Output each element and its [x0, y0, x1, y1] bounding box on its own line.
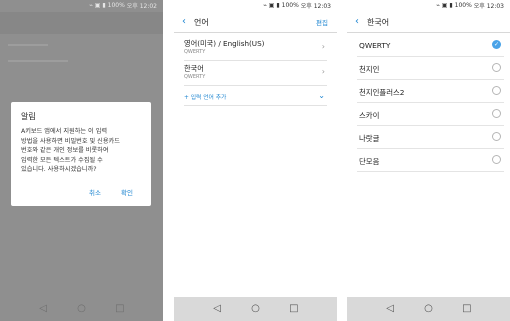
language-label: 영어(미국) / English(US): [184, 39, 265, 48]
layout-option-cheonjiin-plus2[interactable]: 천지인플러스2: [357, 80, 504, 103]
chevron-right-icon: ›: [321, 42, 325, 51]
radio-unchecked-icon[interactable]: [492, 63, 501, 72]
status-icons: ⌁ ▣ ▮: [436, 2, 453, 9]
edit-button[interactable]: 편집: [316, 17, 328, 27]
page-title: 언어: [194, 17, 209, 27]
layout-option-sky[interactable]: 스카이: [357, 103, 504, 126]
header-divider: [347, 32, 510, 33]
app-header: ‹ 언어 편집: [174, 12, 337, 32]
radio-unchecked-icon[interactable]: [492, 86, 501, 95]
cancel-button[interactable]: 취소: [89, 187, 101, 197]
radio-unchecked-icon[interactable]: [492, 132, 501, 141]
status-icons: ⌁ ▣ ▮: [263, 2, 280, 9]
nav-home-icon[interactable]: ○: [248, 304, 262, 314]
dimmed-header: [0, 12, 163, 34]
layout-option-danmoeum[interactable]: 단모음: [357, 149, 504, 172]
status-bar: ⌁ ▣ ▮ 100% 오후 12:03: [347, 0, 510, 11]
navigation-bar: ◁ ○ □: [174, 297, 337, 321]
korean-keyboard-screen: ⌁ ▣ ▮ 100% 오후 12:03 ‹ 한국어 QWERTY ✓ 천지인 천…: [347, 0, 510, 321]
dialog-message: A키보드 앱에서 지원하는 이 입력 방법을 사용하면 비밀번호 및 신용카드 …: [21, 128, 120, 174]
chevron-down-icon: ⌄: [318, 91, 325, 100]
option-label: 천지인플러스2: [359, 88, 405, 97]
add-input-language-button[interactable]: + 입력 언어 추가 ⌄: [184, 90, 327, 106]
radio-checked-icon[interactable]: ✓: [492, 40, 501, 49]
dimmed-line: [8, 60, 68, 62]
option-label: 나랏글: [359, 134, 380, 143]
option-label: QWERTY: [359, 41, 391, 50]
dialog-title: 알림: [21, 112, 36, 121]
header-divider: [174, 32, 337, 33]
layout-option-cheonjiin[interactable]: 천지인: [357, 57, 504, 80]
navigation-bar: ◁ ○ □: [0, 297, 163, 321]
dialog-screen: ⌁ ▣ ▮ 100% 오후 12:02 알림 A키보드 앱에서 지원하는 이 입…: [0, 0, 163, 321]
dimmed-line: [8, 44, 48, 46]
nav-back-icon[interactable]: ◁: [383, 304, 397, 314]
battery-level: 100%: [454, 2, 472, 9]
privacy-alert-dialog: 알림 A키보드 앱에서 지원하는 이 입력 방법을 사용하면 비밀번호 및 신용…: [11, 102, 151, 206]
chevron-left-icon[interactable]: ‹: [182, 17, 194, 27]
nav-recent-icon[interactable]: □: [460, 304, 474, 314]
option-label: 스카이: [359, 111, 380, 120]
panel-divider: [337, 0, 347, 321]
language-settings-screen: ⌁ ▣ ▮ 100% 오후 12:03 ‹ 언어 편집 영어(미국) / Eng…: [174, 0, 337, 321]
nav-back-icon[interactable]: ◁: [36, 304, 50, 314]
nav-home-icon[interactable]: ○: [74, 304, 88, 314]
app-header: ‹ 한국어: [347, 12, 510, 32]
language-label: 한국어: [184, 64, 204, 73]
radio-unchecked-icon[interactable]: [492, 155, 501, 164]
layout-option-naratgeul[interactable]: 나랏글: [357, 126, 504, 149]
chevron-right-icon: ›: [321, 67, 325, 76]
language-item-english[interactable]: 영어(미국) / English(US) QWERTY ›: [184, 36, 327, 61]
option-label: 천지인: [359, 65, 380, 74]
status-icons: ⌁ ▣ ▮: [89, 2, 106, 9]
add-language-label: + 입력 언어 추가: [184, 95, 227, 101]
nav-back-icon[interactable]: ◁: [210, 304, 224, 314]
language-item-korean[interactable]: 한국어 QWERTY ›: [184, 61, 327, 86]
layout-label: QWERTY: [184, 74, 206, 80]
status-bar: ⌁ ▣ ▮ 100% 오후 12:03: [174, 0, 337, 11]
chevron-left-icon[interactable]: ‹: [355, 17, 367, 27]
battery-level: 100%: [107, 2, 125, 9]
status-bar: ⌁ ▣ ▮ 100% 오후 12:02: [0, 0, 163, 11]
nav-recent-icon[interactable]: □: [113, 304, 127, 314]
option-label: 단모음: [359, 157, 380, 166]
nav-home-icon[interactable]: ○: [421, 304, 435, 314]
clock: 오후 12:03: [300, 3, 331, 10]
page-title: 한국어: [367, 17, 390, 27]
radio-unchecked-icon[interactable]: [492, 109, 501, 118]
nav-recent-icon[interactable]: □: [287, 304, 301, 314]
clock: 오후 12:02: [126, 3, 157, 10]
panel-divider: [163, 0, 174, 321]
clock: 오후 12:03: [473, 3, 504, 10]
layout-option-qwerty[interactable]: QWERTY ✓: [357, 34, 504, 57]
battery-level: 100%: [281, 2, 299, 9]
navigation-bar: ◁ ○ □: [347, 297, 510, 321]
confirm-button[interactable]: 확인: [121, 187, 133, 197]
layout-label: QWERTY: [184, 49, 206, 55]
